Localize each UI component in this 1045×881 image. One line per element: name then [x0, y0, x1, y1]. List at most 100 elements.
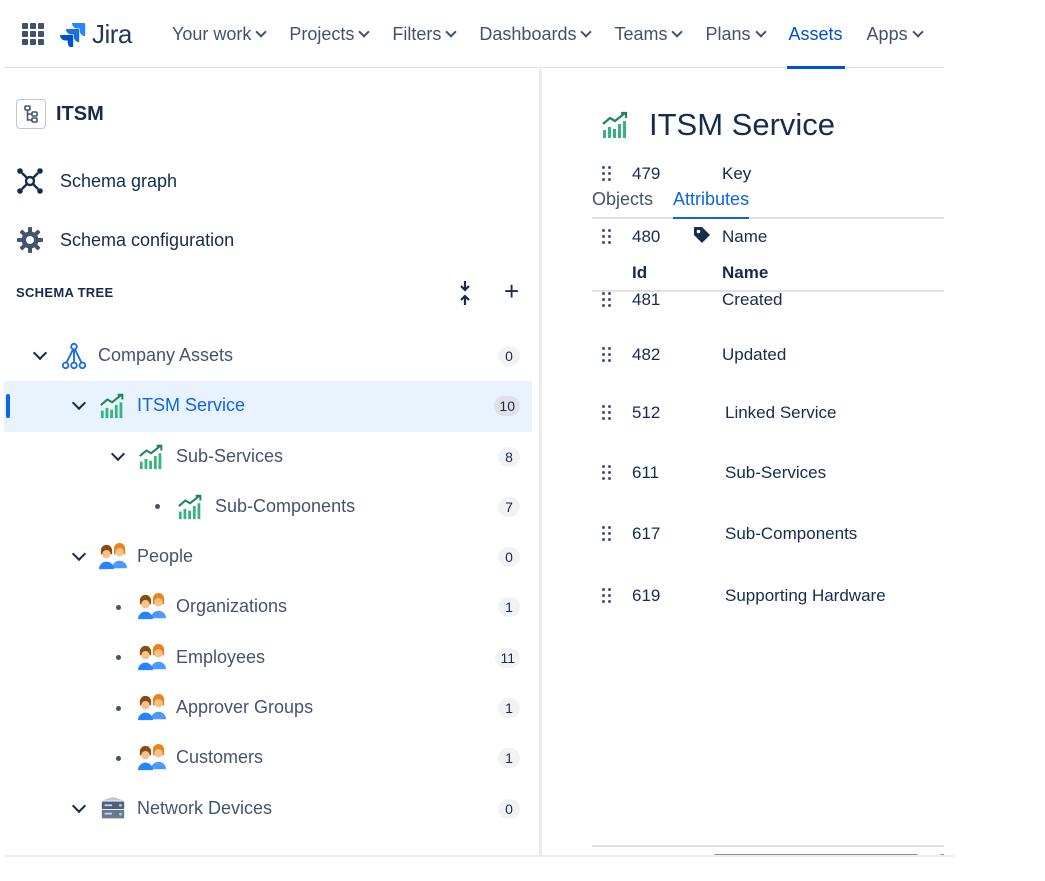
bullet-icon	[108, 748, 128, 768]
schema-graph-link[interactable]: Schema graph	[16, 167, 177, 195]
chevron-down-icon	[445, 26, 458, 38]
nav-item-filters[interactable]: Filters	[392, 0, 458, 68]
chevron-down-icon	[255, 26, 268, 38]
table-header: Id Name	[592, 253, 944, 292]
tree-item-sub-components[interactable]: Sub-Components 7	[4, 482, 532, 532]
drag-handle-icon[interactable]	[602, 229, 612, 245]
tab-attributes[interactable]: Attributes	[673, 187, 750, 219]
nav-item-label: Projects	[289, 23, 355, 44]
chevron-down-icon[interactable]	[69, 798, 89, 819]
drag-handle-icon[interactable]	[602, 347, 612, 363]
page-header: ITSM Service	[601, 107, 835, 143]
tree-item-label: Approver Groups	[176, 697, 314, 718]
label-tag-icon	[694, 227, 710, 243]
object-type-tabs: Objects Attributes	[592, 187, 944, 219]
nav-item-projects[interactable]: Projects	[289, 0, 371, 68]
attribute-name: Sub-Services	[725, 463, 827, 482]
chart-icon	[602, 111, 628, 138]
drag-handle-icon[interactable]	[602, 465, 612, 481]
drag-handle-icon[interactable]	[602, 405, 612, 421]
app-switcher-icon[interactable]	[22, 23, 44, 45]
jira-logo[interactable]: Jira	[60, 18, 132, 50]
object-count-badge: 0	[498, 547, 520, 568]
object-count-badge: 8	[498, 446, 520, 467]
people-icon	[138, 643, 166, 670]
attribute-id: 611	[632, 463, 660, 482]
tree-item-label: People	[137, 546, 194, 567]
bullet-icon	[108, 648, 128, 668]
jira-logo-icon	[60, 23, 86, 47]
attribute-name: Sub-Components	[725, 524, 858, 543]
object-count-badge: 0	[498, 798, 520, 819]
tree-item-sub-services[interactable]: Sub-Services 8	[4, 432, 532, 482]
nav-item-label: Assets	[788, 23, 843, 44]
chevron-down-icon[interactable]	[69, 547, 89, 567]
tree-item-label: ITSM Service	[137, 395, 246, 416]
chart-icon	[139, 444, 163, 469]
attribute-name: Created	[722, 290, 783, 309]
nav-item-plans[interactable]: Plans	[705, 0, 767, 68]
tree-item-itsm-service[interactable]: ITSM Service 10	[4, 381, 532, 432]
schema-graph-icon	[17, 168, 43, 194]
tree-item-network-devices[interactable]: Network Devices 0	[4, 784, 532, 834]
schema-configuration-label: Schema configuration	[60, 229, 235, 250]
nav-item-assets[interactable]: Assets	[786, 0, 845, 69]
page-title: ITSM Service	[649, 107, 836, 142]
nav-item-teams[interactable]: Teams	[614, 0, 684, 68]
chevron-down-icon[interactable]	[108, 446, 128, 467]
jira-logo-text: Jira	[92, 18, 132, 49]
nav-item-apps[interactable]: Apps	[866, 0, 924, 68]
bullet-icon	[108, 698, 128, 718]
column-header-id: Id	[632, 263, 648, 282]
tree-item-label: Company Assets	[98, 345, 234, 365]
nav-item-your-work[interactable]: Your work	[172, 0, 268, 68]
attribute-rows: 479 Key 480 Name 481 Created 482 Updated 512 Link…	[592, 164, 944, 856]
attribute-name: Updated	[722, 345, 787, 364]
nav-item-dashboards[interactable]: Dashboards	[479, 0, 593, 68]
chevron-down-icon	[754, 26, 767, 38]
chart-icon	[178, 494, 202, 520]
collapse-all-icon[interactable]	[456, 280, 474, 306]
nav-item-label: Apps	[866, 23, 908, 44]
tree-item-customers[interactable]: Customers 1	[4, 733, 532, 783]
drag-handle-icon[interactable]	[602, 588, 612, 604]
tree-item-label: Employees	[176, 646, 266, 667]
tab-objects[interactable]: Objects	[592, 187, 653, 217]
main-panel: ITSM Service Objects Attributes Id Name 4…	[545, 69, 944, 856]
schema-tree-header: SCHEMA TREE +	[16, 278, 526, 305]
object-count-badge: 1	[498, 698, 520, 719]
attribute-id: 479	[632, 164, 661, 183]
add-object-type-icon[interactable]: +	[504, 278, 519, 304]
tree-item-organizations[interactable]: Organizations 1	[4, 582, 532, 632]
attribute-name: Supporting Hardware	[725, 586, 886, 605]
object-count-badge: 1	[498, 597, 520, 618]
attribute-name: Linked Service	[725, 403, 837, 422]
schema-tree: Company Assets 0 ITSM Service 10 Sub-Service…	[4, 331, 532, 834]
drag-handle-icon[interactable]	[602, 166, 612, 182]
nav-menu: Your work Projects Filters Dashboards Teams P…	[172, 0, 944, 69]
tree-item-employees[interactable]: Employees 11	[4, 633, 532, 683]
chevron-down-icon[interactable]	[30, 345, 50, 366]
chart-icon	[100, 394, 124, 419]
attribute-name: Name	[722, 227, 768, 246]
drag-handle-icon[interactable]	[602, 292, 612, 308]
chevron-down-icon[interactable]	[69, 396, 89, 416]
object-count-badge: 7	[498, 496, 520, 517]
attribute-id: 619	[632, 586, 661, 605]
nav-item-label: Filters	[392, 23, 442, 44]
attribute-id: 480	[632, 227, 661, 246]
schema-tree-icon	[16, 99, 46, 129]
schema-configuration-link[interactable]: Schema configuration	[16, 226, 234, 254]
tree-item-company-assets[interactable]: Company Assets 0	[4, 331, 532, 381]
tree-item-label: Sub-Components	[215, 495, 356, 516]
chevron-down-icon	[580, 26, 593, 38]
tree-item-people[interactable]: People 0	[4, 532, 532, 582]
tree-item-approver-groups[interactable]: Approver Groups 1	[4, 683, 532, 733]
top-navigation: Jira Your work Projects Filters Dashboards T…	[4, 0, 944, 69]
drag-handle-icon[interactable]	[602, 526, 612, 542]
server-icon	[101, 796, 125, 819]
object-count-badge: 1	[498, 748, 520, 769]
page-bottom-divider	[4, 855, 954, 857]
chevron-down-icon	[671, 26, 684, 38]
attribute-id: 512	[632, 403, 661, 422]
